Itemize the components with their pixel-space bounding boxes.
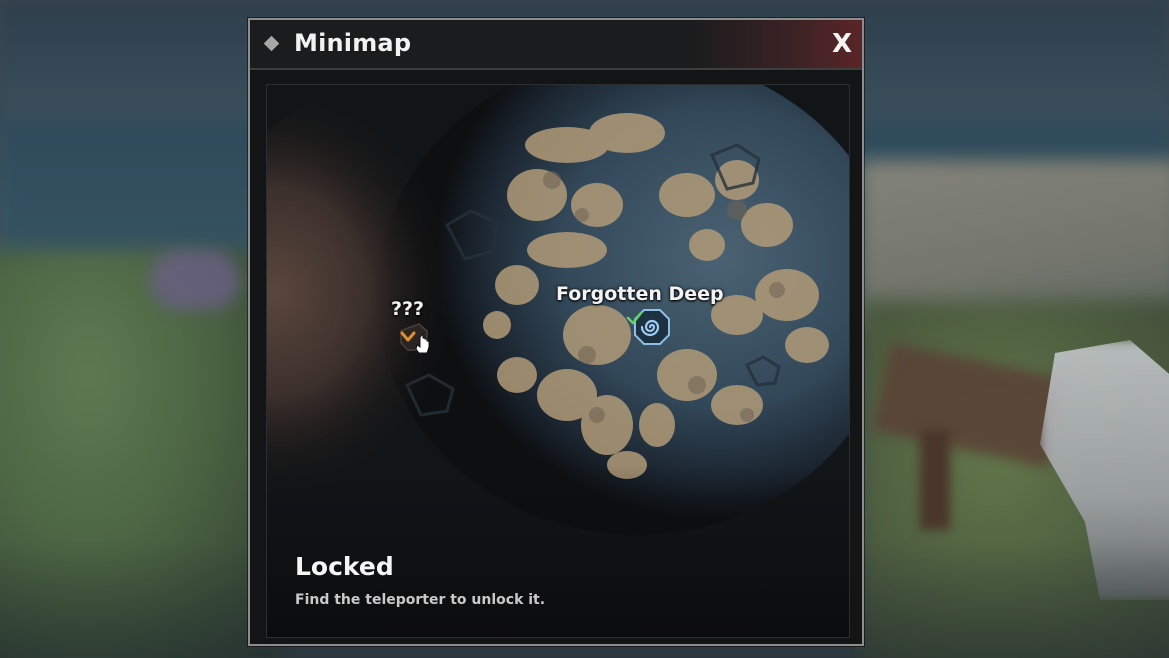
background-rock: [150, 250, 240, 310]
window-title-bar: Minimap X: [250, 20, 862, 70]
location-status-title: Locked: [295, 552, 394, 581]
diamond-icon: [263, 35, 280, 52]
minimap-window: Minimap X ??? Forgotten Deep Locked Find…: [248, 18, 864, 646]
minimap-view[interactable]: ??? Forgotten Deep Locked Find the telep…: [266, 84, 850, 638]
window-title: Minimap: [294, 29, 412, 57]
forgotten-deep-label: Forgotten Deep: [556, 283, 724, 305]
locked-location-label: ???: [391, 298, 425, 320]
game-scene: Minimap X ??? Forgotten Deep Locked Find…: [0, 0, 1169, 658]
location-status-description: Find the teleporter to unlock it.: [295, 592, 546, 608]
background-wood-post: [920, 430, 950, 530]
close-button[interactable]: X: [826, 26, 858, 62]
